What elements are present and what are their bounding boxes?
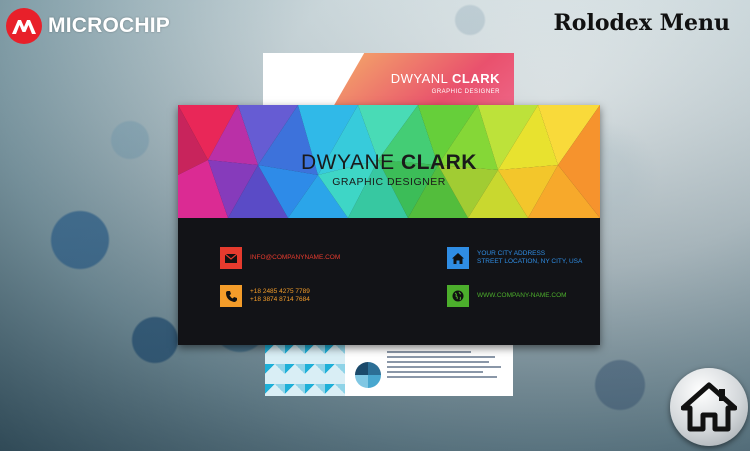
back-card-subtitle: GRAPHIC DESIGNER [431, 89, 500, 95]
phone-1: +18 2485 4275 7789 [250, 288, 310, 295]
back-card-last-name: CLARK [452, 71, 500, 86]
website-row: WWW.COMPANY-NAME.COM [447, 285, 567, 307]
home-icon [447, 247, 469, 269]
phone-row: +18 2485 4275 7789 +18 3874 8714 7684 [220, 285, 310, 307]
phone-numbers: +18 2485 4275 7789 +18 3874 8714 7684 [250, 288, 310, 304]
phone-2: +18 3874 8714 7684 [250, 296, 310, 303]
logo-text: MICROCHIP [48, 14, 170, 37]
page-title: Rolodex Menu [553, 10, 730, 36]
globe-icon [447, 285, 469, 307]
envelope-icon [220, 247, 242, 269]
main-card-subtitle: GRAPHIC DESIGNER [332, 176, 446, 188]
card-pattern [265, 344, 345, 396]
back-card-first-name: DWYANL [390, 71, 448, 86]
address-2: STREET LOCATION, NY CITY, USA [477, 258, 583, 265]
home-icon [681, 382, 737, 432]
address-row: YOUR CITY ADDRESS STREET LOCATION, NY CI… [447, 247, 582, 269]
phone-icon [220, 285, 242, 307]
email-text: INFO@COMPANYNAME.COM [250, 254, 341, 261]
email-row: INFO@COMPANYNAME.COM [220, 247, 340, 269]
microchip-logo: MICROCHIP [6, 8, 170, 44]
address-1: YOUR CITY ADDRESS [477, 250, 546, 257]
main-card-last-name: CLARK [400, 151, 477, 174]
main-card-first-name: DWYANE [301, 151, 395, 174]
main-card-name: DWYANE CLARK [178, 151, 600, 175]
microchip-logo-icon [6, 8, 42, 44]
main-card-name-block: DWYANE CLARK GRAPHIC DESIGNER [178, 151, 600, 188]
website-text: WWW.COMPANY-NAME.COM [477, 292, 567, 299]
home-button[interactable] [670, 368, 748, 446]
card-text-lines [387, 348, 507, 381]
address-lines: YOUR CITY ADDRESS STREET LOCATION, NY CI… [477, 250, 582, 266]
rolodex-card-bottom[interactable] [265, 344, 513, 396]
rolodex-card-back[interactable]: DWYANL CLARK GRAPHIC DESIGNER [263, 53, 514, 108]
rolodex-card-main[interactable]: DWYANE CLARK GRAPHIC DESIGNER INFO@COMPA… [178, 105, 600, 345]
card-logo-circle [355, 362, 381, 388]
back-card-name: DWYANL CLARK [391, 71, 500, 86]
